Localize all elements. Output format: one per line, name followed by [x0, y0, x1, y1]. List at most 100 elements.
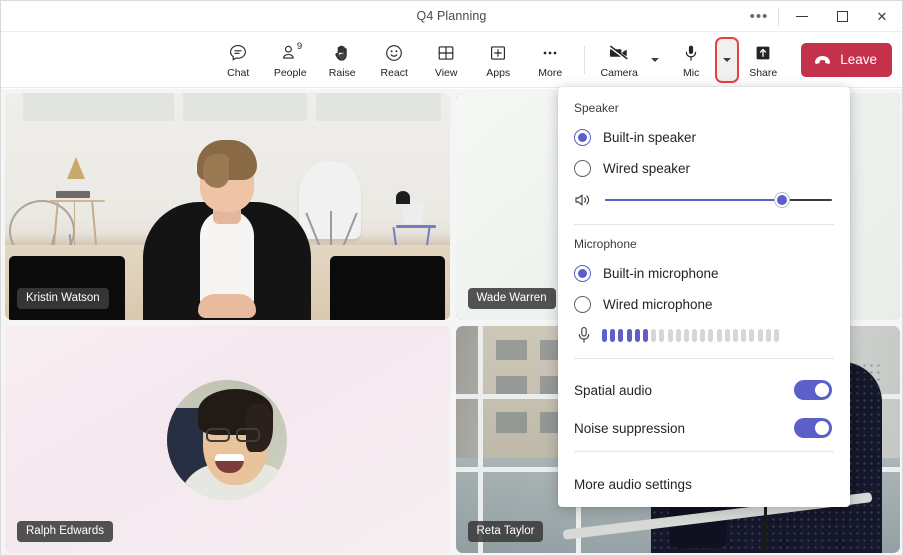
level-bar: [610, 329, 615, 342]
toolbar-button-apps[interactable]: Apps: [472, 35, 524, 85]
level-bar: [651, 329, 656, 342]
level-bar: [733, 329, 738, 342]
toolbar-label-raise: Raise: [329, 67, 356, 79]
level-bar: [766, 329, 771, 342]
react-smiley-icon: [384, 41, 404, 65]
level-bar: [725, 329, 730, 342]
minimize-icon: [796, 16, 808, 17]
spatial-audio-label: Spatial audio: [574, 383, 652, 398]
teams-meeting-window: Q4 Planning ••• ✕ Chat: [0, 0, 903, 556]
toolbar-divider: [584, 46, 585, 74]
speaker-option-built-in[interactable]: Built-in speaker: [558, 122, 850, 153]
volume-slider-thumb[interactable]: [775, 193, 789, 207]
toolbar-label-react: React: [380, 67, 407, 79]
level-bar: [749, 329, 754, 342]
view-grid-icon: [436, 41, 456, 65]
share-screen-icon: [753, 41, 773, 65]
leave-button[interactable]: Leave: [801, 43, 892, 77]
toolbar-label-more: More: [538, 67, 562, 79]
speaker-volume-icon: [574, 192, 594, 208]
apps-plus-icon: [488, 41, 508, 65]
title-bar: Q4 Planning ••• ✕: [1, 1, 902, 32]
level-bar: [774, 329, 779, 342]
video-tile-kristin-watson[interactable]: Kristin Watson: [5, 93, 450, 320]
toolbar-label-apps: Apps: [486, 67, 510, 79]
camera-off-icon: [608, 41, 630, 65]
toolbar-button-camera[interactable]: Camera: [593, 35, 645, 85]
maximize-icon: [837, 11, 848, 22]
mic-control-group: Mic: [665, 35, 737, 85]
level-bar: [741, 329, 746, 342]
volume-slider-fill: [605, 199, 782, 201]
participant-name-chip: Reta Taylor: [468, 521, 544, 542]
level-bar: [684, 329, 689, 342]
toolbar-label-people: People: [274, 67, 307, 79]
participant-name-chip: Ralph Edwards: [17, 521, 113, 542]
panel-divider: [574, 358, 834, 359]
window-maximize-button[interactable]: [822, 1, 862, 32]
toolbar-button-more[interactable]: More: [524, 35, 576, 85]
leave-button-label: Leave: [840, 52, 877, 67]
meeting-toolbar: Chat 9 People Raise: [1, 32, 902, 88]
microphone-icon: [681, 41, 701, 65]
level-bar: [643, 329, 648, 342]
spatial-audio-toggle[interactable]: [794, 380, 832, 400]
speaker-option-wired[interactable]: Wired speaker: [558, 153, 850, 184]
more-ellipsis-icon: [540, 41, 560, 65]
camera-control-group: Camera: [593, 35, 665, 85]
toolbar-label-mic: Mic: [683, 67, 699, 79]
window-controls-divider: [778, 8, 779, 26]
toolbar-button-mic[interactable]: Mic: [665, 35, 717, 85]
window-more-icon[interactable]: •••: [741, 1, 777, 32]
microphone-option-label: Wired microphone: [603, 297, 713, 312]
microphone-option-label: Built-in microphone: [603, 266, 719, 281]
toolbar-label-chat: Chat: [227, 67, 249, 79]
raise-hand-icon: [332, 41, 352, 65]
level-bar: [708, 329, 713, 342]
more-audio-settings-item[interactable]: More audio settings: [558, 464, 850, 507]
radio-icon: [574, 129, 591, 146]
audio-settings-panel: Speaker Built-in speaker Wired speaker: [558, 87, 850, 507]
toolbar-button-react[interactable]: React: [368, 35, 420, 85]
toolbar-label-share: Share: [749, 67, 777, 79]
hangup-icon: [813, 53, 832, 67]
panel-divider: [574, 224, 834, 225]
radio-icon: [574, 160, 591, 177]
noise-suppression-toggle[interactable]: [794, 418, 832, 438]
toolbar-label-camera: Camera: [601, 67, 638, 79]
level-bar: [700, 329, 705, 342]
microphone-option-wired[interactable]: Wired microphone: [558, 289, 850, 320]
mic-dropdown-button[interactable]: [717, 39, 737, 81]
volume-slider-row: [558, 184, 850, 220]
level-bar: [692, 329, 697, 342]
microphone-icon: [574, 326, 594, 344]
level-bar: [659, 329, 664, 342]
window-close-button[interactable]: ✕: [862, 1, 902, 32]
level-bar: [627, 329, 632, 342]
participant-name-chip: Kristin Watson: [17, 288, 109, 309]
toolbar-button-share[interactable]: Share: [737, 35, 789, 85]
toolbar-label-view: View: [435, 67, 458, 79]
chevron-down-icon: [651, 58, 659, 62]
noise-suppression-row[interactable]: Noise suppression: [558, 409, 850, 447]
volume-slider[interactable]: [605, 199, 832, 201]
video-tile-ralph-edwards[interactable]: Ralph Edwards: [5, 326, 450, 553]
radio-icon: [574, 265, 591, 282]
toolbar-button-people[interactable]: 9 People: [264, 35, 316, 85]
people-icon: 9: [280, 41, 300, 65]
microphone-level-meter: [602, 329, 779, 342]
noise-suppression-label: Noise suppression: [574, 421, 685, 436]
microphone-option-built-in[interactable]: Built-in microphone: [558, 258, 850, 289]
level-bar: [635, 329, 640, 342]
toolbar-button-view[interactable]: View: [420, 35, 472, 85]
camera-dropdown-button[interactable]: [645, 42, 665, 78]
toolbar-button-raise[interactable]: Raise: [316, 35, 368, 85]
people-count-badge: 9: [297, 41, 302, 52]
toolbar-button-chat[interactable]: Chat: [212, 35, 264, 85]
video-scene: [5, 326, 450, 553]
radio-icon: [574, 296, 591, 313]
spatial-audio-row[interactable]: Spatial audio: [558, 371, 850, 409]
speaker-option-label: Built-in speaker: [603, 130, 696, 145]
window-minimize-button[interactable]: [782, 1, 822, 32]
participant-name-chip: Wade Warren: [468, 288, 556, 309]
